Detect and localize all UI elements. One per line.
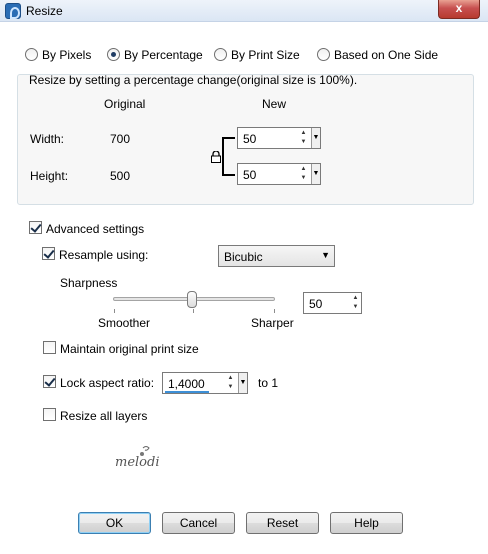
height-label: Height: [30, 169, 69, 183]
resample-value: Bicubic [224, 250, 263, 264]
width-new-value: 50 [243, 132, 257, 146]
spin-up-icon[interactable]: ▲ [299, 129, 308, 138]
resample-checkbox[interactable] [42, 247, 55, 260]
help-button[interactable]: Help [330, 512, 403, 534]
reset-button[interactable]: Reset [246, 512, 319, 534]
spin-up-icon[interactable]: ▲ [226, 374, 235, 383]
resample-label: Resample using: [59, 248, 149, 262]
advanced-settings-checkbox[interactable] [29, 221, 42, 234]
window-title: Resize [26, 4, 63, 18]
width-spin-arrows[interactable]: ▲ ▼ [299, 129, 308, 147]
lock-aspect-checkbox[interactable] [43, 375, 56, 388]
height-original: 500 [110, 169, 131, 183]
aspect-dropdown-icon[interactable]: ▼ [238, 373, 247, 393]
radio-by-percentage[interactable] [107, 48, 120, 61]
smoother-label: Smoother [98, 316, 151, 330]
group-description: Resize by setting a percentage change(or… [29, 73, 358, 87]
height-new-spinner[interactable]: 50 ▲ ▼ ▼ [237, 163, 321, 185]
height-spin-arrows[interactable]: ▲ ▼ [299, 165, 308, 183]
title-bar: Resize x [0, 0, 488, 22]
slider-tick [274, 309, 275, 313]
height-new-value: 50 [243, 168, 257, 182]
aspect-ratio-value: 1,4000 [168, 377, 205, 391]
sharpness-spinner[interactable]: 50 ▲ ▼ [303, 292, 362, 314]
spin-up-icon[interactable]: ▲ [299, 165, 308, 174]
slider-tick [114, 309, 115, 313]
resize-dialog: Resize x By Pixels By Percentage By Prin… [0, 0, 488, 554]
resample-select[interactable]: Bicubic ▼ [218, 245, 335, 267]
radio-by-pixels-label: By Pixels [42, 48, 92, 62]
maintain-print-size-label: Maintain original print size [60, 342, 199, 356]
spin-up-icon[interactable]: ▲ [351, 294, 360, 303]
col-new-header: New [262, 97, 287, 111]
lock-aspect-label: Lock aspect ratio: [60, 376, 155, 390]
radio-by-percentage-label: By Percentage [124, 48, 203, 62]
ok-button[interactable]: OK [78, 512, 151, 534]
width-original: 700 [110, 132, 131, 146]
slider-tick [193, 309, 194, 313]
width-dropdown-icon[interactable]: ▼ [311, 128, 320, 148]
cancel-button[interactable]: Cancel [162, 512, 235, 534]
chevron-down-icon: ▼ [321, 250, 330, 260]
resize-all-layers-label: Resize all layers [60, 409, 148, 423]
close-icon: x [455, 1, 463, 15]
spin-down-icon[interactable]: ▼ [299, 138, 308, 147]
advanced-settings-label: Advanced settings [46, 222, 145, 236]
radio-by-print-size-label: By Print Size [231, 48, 300, 62]
col-original-header: Original [104, 97, 146, 111]
logo-text: melodi [115, 455, 159, 470]
aspect-spin-arrows[interactable]: ▲ ▼ [226, 374, 235, 392]
radio-by-print-size[interactable] [214, 48, 227, 61]
lock-icon[interactable] [211, 150, 221, 166]
aspect-link-bracket [222, 137, 235, 176]
sharpness-value: 50 [309, 297, 323, 311]
sharpness-spin-arrows[interactable]: ▲ ▼ [351, 294, 360, 312]
sharpness-slider-thumb[interactable] [187, 291, 197, 308]
melodi-logo: melodi [113, 444, 159, 474]
spin-down-icon[interactable]: ▼ [351, 303, 360, 312]
sharpness-label: Sharpness [60, 276, 118, 290]
width-new-spinner[interactable]: 50 ▲ ▼ ▼ [237, 127, 321, 149]
aspect-suffix: to 1 [258, 376, 279, 390]
spin-down-icon[interactable]: ▼ [299, 174, 308, 183]
sharper-label: Sharper [251, 316, 294, 330]
focus-underline [165, 391, 209, 393]
resize-all-layers-checkbox[interactable] [43, 408, 56, 421]
radio-by-pixels[interactable] [25, 48, 38, 61]
radio-based-on-one-side[interactable] [317, 48, 330, 61]
aspect-ratio-spinner[interactable]: 1,4000 ▲ ▼ ▼ [162, 372, 248, 394]
close-button[interactable]: x [438, 0, 480, 19]
spin-down-icon[interactable]: ▼ [226, 383, 235, 392]
maintain-print-size-checkbox[interactable] [43, 341, 56, 354]
height-dropdown-icon[interactable]: ▼ [311, 164, 320, 184]
app-icon [5, 3, 21, 19]
radio-based-on-one-side-label: Based on One Side [334, 48, 439, 62]
width-label: Width: [30, 132, 65, 146]
